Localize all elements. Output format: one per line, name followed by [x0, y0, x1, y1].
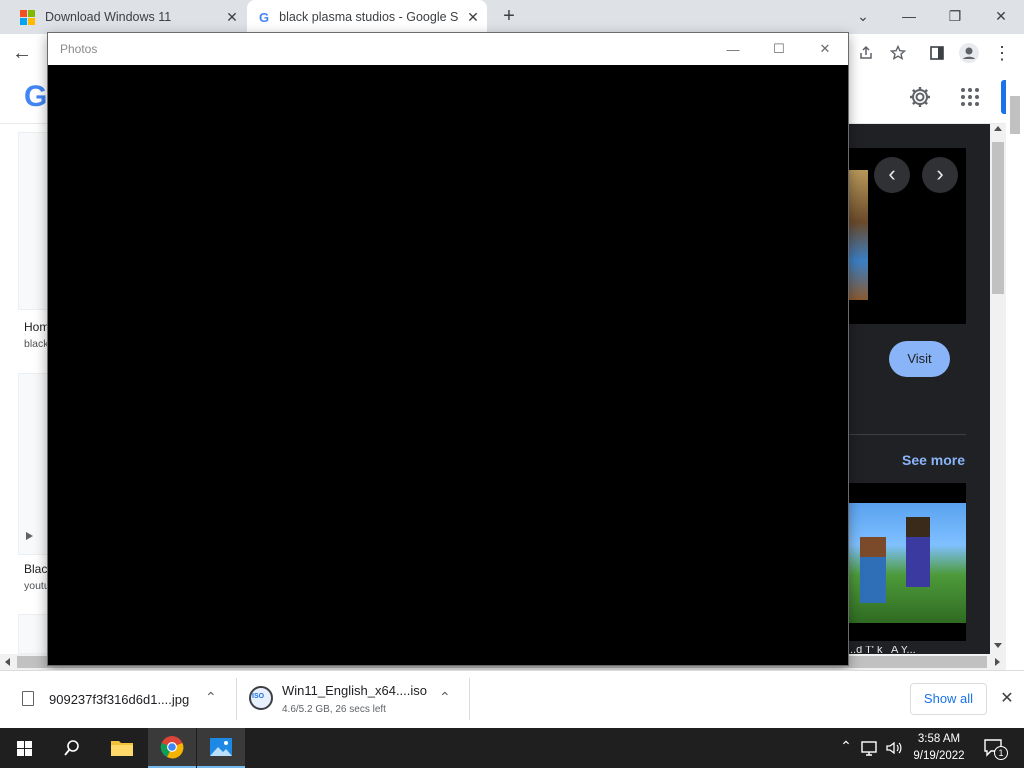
- windows-logo-icon: [20, 9, 35, 25]
- new-tab-button[interactable]: +: [498, 5, 520, 27]
- download-status: 4.6/5.2 GB, 26 secs left: [282, 704, 386, 715]
- chevron-right-icon: ›: [936, 161, 944, 186]
- result-thumbnail[interactable]: [18, 614, 48, 654]
- character-head: [860, 537, 886, 557]
- chevron-left-icon: ‹: [888, 161, 896, 186]
- start-button[interactable]: [0, 728, 48, 768]
- profile-icon[interactable]: [956, 40, 982, 66]
- download-item-jpg[interactable]: 909237f3f316d6d1....jpg ⌃: [0, 671, 236, 727]
- windows-start-icon: [16, 740, 32, 756]
- tab-download-windows-11[interactable]: Download Windows 11 ✕: [8, 0, 246, 34]
- photos-app-icon: [210, 738, 232, 756]
- google-apps-icon[interactable]: [960, 87, 980, 107]
- photo-viewer-canvas[interactable]: [48, 65, 848, 665]
- chevron-up-icon[interactable]: ⌃: [439, 689, 451, 706]
- folder-icon: [111, 741, 133, 756]
- iso-file-icon: ISO: [249, 686, 273, 710]
- back-arrow-icon[interactable]: ←: [9, 40, 35, 66]
- photos-window-title: Photos: [60, 42, 98, 56]
- settings-gear-icon[interactable]: [908, 85, 932, 109]
- panel-image-fragment: [848, 170, 868, 300]
- side-panel-icon[interactable]: [924, 40, 950, 66]
- browser-menu-icon[interactable]: ⋮: [989, 40, 1015, 66]
- file-icon: [22, 691, 34, 706]
- scroll-down-arrow-icon[interactable]: [994, 643, 1002, 648]
- scrollbar-thumb[interactable]: [992, 142, 1004, 294]
- tab-search-chevron-icon[interactable]: ⌄: [840, 0, 886, 32]
- visit-button[interactable]: Visit: [889, 341, 950, 377]
- chevron-up-icon[interactable]: ⌃: [205, 689, 217, 706]
- show-all-button[interactable]: Show all: [910, 683, 987, 715]
- action-center-button[interactable]: 1: [980, 734, 1010, 764]
- see-more-link[interactable]: See more: [902, 452, 965, 468]
- google-favicon-icon: G: [259, 9, 270, 25]
- result-source: black: [24, 338, 48, 350]
- taskbar-chrome[interactable]: [148, 728, 196, 768]
- browser-restore-button[interactable]: ❐: [932, 0, 978, 32]
- download-filename: 909237f3f316d6d1....jpg: [49, 692, 190, 707]
- result-thumbnail[interactable]: [18, 132, 48, 310]
- chrome-icon: [160, 736, 184, 759]
- result-title[interactable]: Hom: [24, 320, 48, 334]
- photos-app-window[interactable]: Photos — ☐ ✕: [47, 32, 849, 666]
- clock-time: 3:58 AM: [917, 733, 961, 745]
- scroll-left-arrow-icon[interactable]: [5, 658, 10, 666]
- taskbar-file-explorer[interactable]: [98, 728, 146, 768]
- clock-date: 9/19/2022: [913, 750, 965, 762]
- tab-title: Download Windows 11: [45, 10, 172, 24]
- tab-google-search[interactable]: G black plasma studios - Google Se ✕: [247, 0, 487, 34]
- iso-badge: ISO: [252, 693, 265, 700]
- network-icon[interactable]: [860, 738, 880, 758]
- browser-outer-scrollbar[interactable]: [1006, 70, 1024, 670]
- carousel-next-button[interactable]: ›: [922, 157, 958, 193]
- download-item-iso[interactable]: ISO Win11_English_x64....iso 4.6/5.2 GB,…: [237, 671, 469, 727]
- result-title[interactable]: Blac: [24, 562, 48, 576]
- carousel-prev-button[interactable]: ‹: [874, 157, 910, 193]
- taskbar-photos[interactable]: [197, 728, 245, 768]
- scroll-right-arrow-icon[interactable]: [995, 658, 1000, 666]
- play-icon: [26, 532, 33, 540]
- character-head: [906, 517, 930, 537]
- volume-icon[interactable]: [884, 738, 904, 758]
- browser-minimize-button[interactable]: —: [886, 0, 932, 32]
- star-icon[interactable]: [885, 40, 911, 66]
- browser-close-button[interactable]: ✕: [978, 0, 1024, 32]
- photos-close-button[interactable]: ✕: [802, 33, 848, 65]
- video-thumbnail[interactable]: [848, 483, 966, 641]
- search-icon: [64, 740, 79, 756]
- page-vertical-scrollbar[interactable]: [990, 124, 1006, 654]
- show-hidden-icons-icon[interactable]: ⌃: [838, 738, 854, 758]
- download-divider: [469, 678, 470, 720]
- tab-title: black plasma studios - Google Se: [279, 10, 460, 24]
- panel-divider: [848, 434, 966, 435]
- tab-close-icon[interactable]: ✕: [465, 9, 481, 25]
- photos-minimize-button[interactable]: —: [710, 33, 756, 65]
- tab-close-icon[interactable]: ✕: [224, 9, 240, 25]
- google-logo[interactable]: G: [24, 80, 47, 114]
- clock[interactable]: 3:58 AM 9/19/2022: [904, 731, 974, 765]
- result-thumbnail[interactable]: [18, 373, 48, 555]
- scroll-up-arrow-icon[interactable]: [994, 126, 1002, 131]
- download-filename: Win11_English_x64....iso: [282, 683, 428, 698]
- search-button[interactable]: [48, 728, 96, 768]
- photos-maximize-button[interactable]: ☐: [756, 33, 802, 65]
- notification-count-badge: 1: [994, 746, 1008, 760]
- result-source: youtu: [24, 580, 48, 592]
- scrollbar-thumb[interactable]: [1010, 96, 1020, 134]
- share-icon[interactable]: [853, 40, 879, 66]
- download-shelf-close-icon[interactable]: ✕: [998, 688, 1016, 708]
